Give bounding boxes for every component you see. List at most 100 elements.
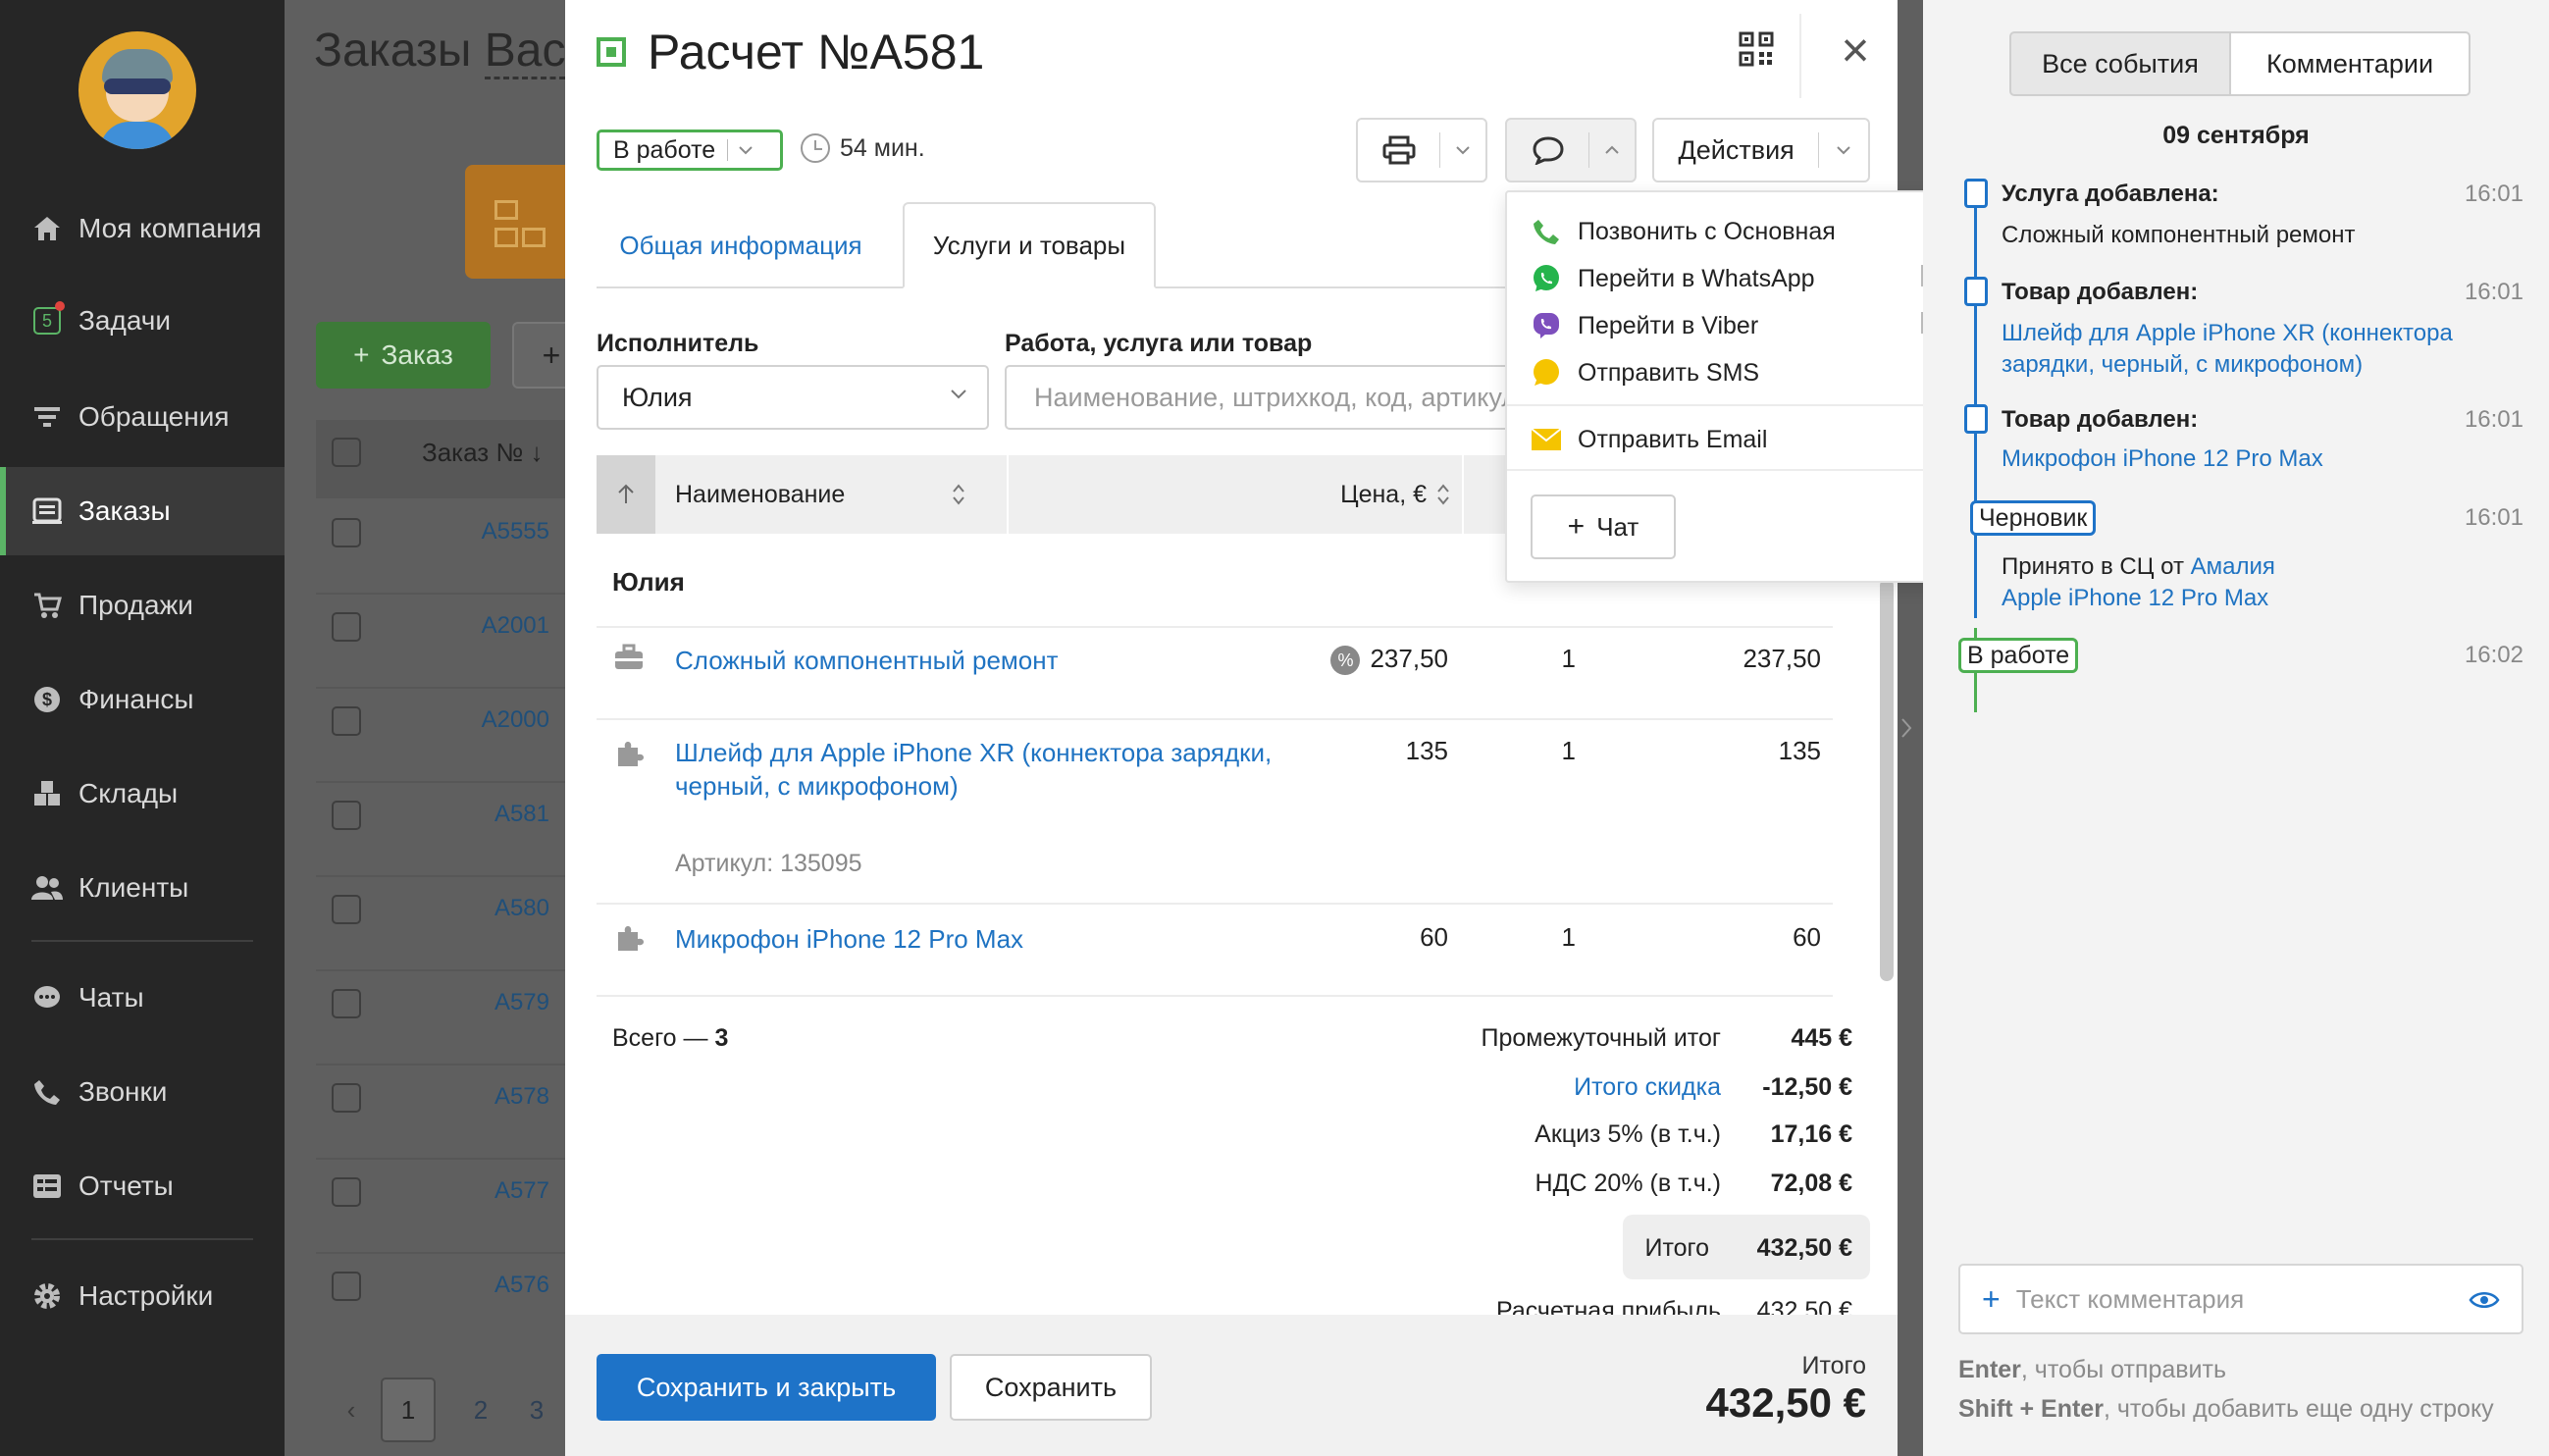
sidebar-item-tasks[interactable]: 5 Задачи: [0, 277, 285, 365]
chevron-down-icon: [739, 146, 753, 155]
order-link[interactable]: A579: [442, 989, 549, 1016]
tab-services-goods[interactable]: Услуги и товары: [903, 202, 1156, 288]
tab-comments[interactable]: Комментарии: [2229, 31, 2471, 96]
sidebar-item-calls[interactable]: Звонки: [0, 1048, 285, 1136]
prev-page-button[interactable]: ‹: [324, 1378, 379, 1442]
column-header-name[interactable]: Наименование: [675, 455, 845, 534]
order-link[interactable]: A5555: [442, 518, 549, 546]
order-link[interactable]: A576: [442, 1272, 549, 1299]
sidebar-item-orders[interactable]: Заказы: [0, 467, 285, 555]
column-header-order[interactable]: Заказ № ↓: [422, 438, 544, 468]
executor-select[interactable]: Юлия: [597, 365, 989, 430]
message-options-button[interactable]: [1589, 120, 1635, 181]
items-count: Всего — 3: [612, 1024, 729, 1052]
event-time: 16:01: [2464, 406, 2523, 433]
item-link[interactable]: Микрофон iPhone 12 Pro Max: [675, 922, 1283, 956]
event-link[interactable]: Шлейф для Apple iPhone XR (коннектора за…: [2002, 318, 2531, 381]
subtotal-value: 445 €: [1791, 1024, 1852, 1052]
discount-total-link[interactable]: Итого скидка: [1574, 1073, 1721, 1102]
sidebar-item-sales[interactable]: Продажи: [0, 561, 285, 650]
sidebar-item-requests[interactable]: Обращения: [0, 373, 285, 461]
row-checkbox[interactable]: [332, 706, 361, 736]
sidebar-item-chats[interactable]: Чаты: [0, 954, 285, 1042]
sidebar-item-my-company[interactable]: Моя компания: [0, 184, 285, 273]
menu-item-call[interactable]: Позвонить с Основная: [1531, 212, 1836, 251]
order-link[interactable]: A581: [442, 801, 549, 828]
row-checkbox[interactable]: [332, 612, 361, 642]
sidebar-item-label: Задачи: [78, 305, 172, 336]
work-label: Работа, услуга или товар: [1005, 330, 1313, 357]
sidebar-item-clients[interactable]: Клиенты: [0, 844, 285, 932]
actions-button[interactable]: Действия: [1654, 120, 1818, 181]
item-total: 135: [1778, 736, 1821, 765]
cart-icon: [31, 590, 63, 621]
order-link[interactable]: A2001: [442, 612, 549, 640]
order-link[interactable]: A580: [442, 895, 549, 922]
menu-item-email[interactable]: Отправить Email: [1531, 420, 1767, 459]
row-checkbox[interactable]: [332, 801, 361, 830]
eye-icon[interactable]: [2469, 1289, 2500, 1311]
item-total: 60: [1793, 922, 1821, 952]
menu-item-whatsapp[interactable]: Перейти в WhatsApp: [1531, 259, 1815, 298]
row-checkbox[interactable]: [332, 1083, 361, 1113]
row-checkbox[interactable]: [332, 989, 361, 1018]
print-options-button[interactable]: [1440, 120, 1485, 181]
tab-general-info[interactable]: Общая информация: [597, 202, 885, 288]
item-link[interactable]: Шлейф для Apple iPhone XR (коннектора за…: [675, 736, 1283, 803]
menu-item-viber[interactable]: Перейти в Viber: [1531, 306, 1758, 345]
save-and-close-button[interactable]: Сохранить и закрыть: [597, 1354, 936, 1421]
status-badge: В работе: [1958, 638, 2079, 673]
excise-value: 17,16 €: [1770, 1120, 1852, 1148]
event-link[interactable]: Микрофон iPhone 12 Pro Max: [2002, 443, 2323, 475]
page-2[interactable]: 2: [453, 1378, 508, 1442]
sort-icon[interactable]: [1436, 483, 1450, 506]
order-link[interactable]: A577: [442, 1177, 549, 1205]
scrollbar[interactable]: [1880, 579, 1894, 981]
sidebar-item-label: Склады: [78, 778, 179, 808]
page-title: Расчет №A581: [648, 25, 985, 79]
row-checkbox[interactable]: [332, 1272, 361, 1301]
device-link[interactable]: Apple iPhone 12 Pro Max: [2002, 585, 2268, 611]
orders-icon: [31, 495, 63, 527]
order-link[interactable]: A578: [442, 1083, 549, 1111]
sort-icon[interactable]: [952, 483, 965, 506]
boxes-icon[interactable]: [465, 165, 573, 279]
qr-code-icon[interactable]: [1739, 31, 1774, 67]
status-badge: Черновик: [1970, 500, 2097, 536]
sidebar-item-finance[interactable]: $ Финансы: [0, 655, 285, 744]
message-button[interactable]: [1507, 120, 1588, 181]
actions-options-button[interactable]: [1819, 120, 1868, 181]
add-chat-button[interactable]: + Чат: [1531, 494, 1676, 559]
sidebar-item-warehouses[interactable]: Склады: [0, 750, 285, 838]
sidebar-item-label: Звонки: [78, 1076, 168, 1107]
sidebar-item-reports[interactable]: Отчеты: [0, 1142, 285, 1230]
work-search-input[interactable]: Наименование, штрихкод, код, артикул: [1005, 365, 1515, 430]
comment-input[interactable]: + Текст комментария: [1958, 1264, 2523, 1334]
total-label: Итого: [1644, 1234, 1709, 1262]
order-link[interactable]: A2000: [442, 706, 549, 734]
page-3[interactable]: 3: [522, 1378, 551, 1442]
print-button[interactable]: [1358, 120, 1439, 181]
add-icon[interactable]: +: [1982, 1281, 2001, 1318]
row-checkbox[interactable]: [332, 1177, 361, 1207]
item-qty: 1: [1561, 644, 1576, 673]
client-link[interactable]: Амалия: [2191, 553, 2275, 580]
hint-newline: Shift + Enter, чтобы добавить еще одну с…: [1958, 1395, 2494, 1423]
event-title: Услуга добавлена:: [2002, 181, 2219, 207]
item-link[interactable]: Сложный компонентный ремонт: [675, 644, 1283, 677]
menu-item-sms[interactable]: Отправить SMS: [1531, 353, 1759, 392]
add-order-button[interactable]: + Заказ: [316, 322, 491, 389]
row-checkbox[interactable]: [332, 895, 361, 924]
sidebar-item-settings[interactable]: Настройки: [0, 1252, 285, 1340]
select-all-checkbox[interactable]: [332, 438, 361, 467]
column-header-price[interactable]: Цена, €: [1299, 455, 1427, 534]
row-checkbox[interactable]: [332, 518, 361, 547]
avatar[interactable]: [78, 31, 196, 149]
close-icon[interactable]: ×: [1831, 26, 1880, 75]
save-button[interactable]: Сохранить: [950, 1354, 1152, 1421]
tab-all-events[interactable]: Все события: [2009, 31, 2231, 96]
chevron-right-icon[interactable]: [1899, 716, 1913, 745]
sort-order-button[interactable]: [597, 455, 655, 534]
page-1[interactable]: 1: [381, 1378, 436, 1442]
status-dropdown[interactable]: В работе: [597, 130, 783, 171]
